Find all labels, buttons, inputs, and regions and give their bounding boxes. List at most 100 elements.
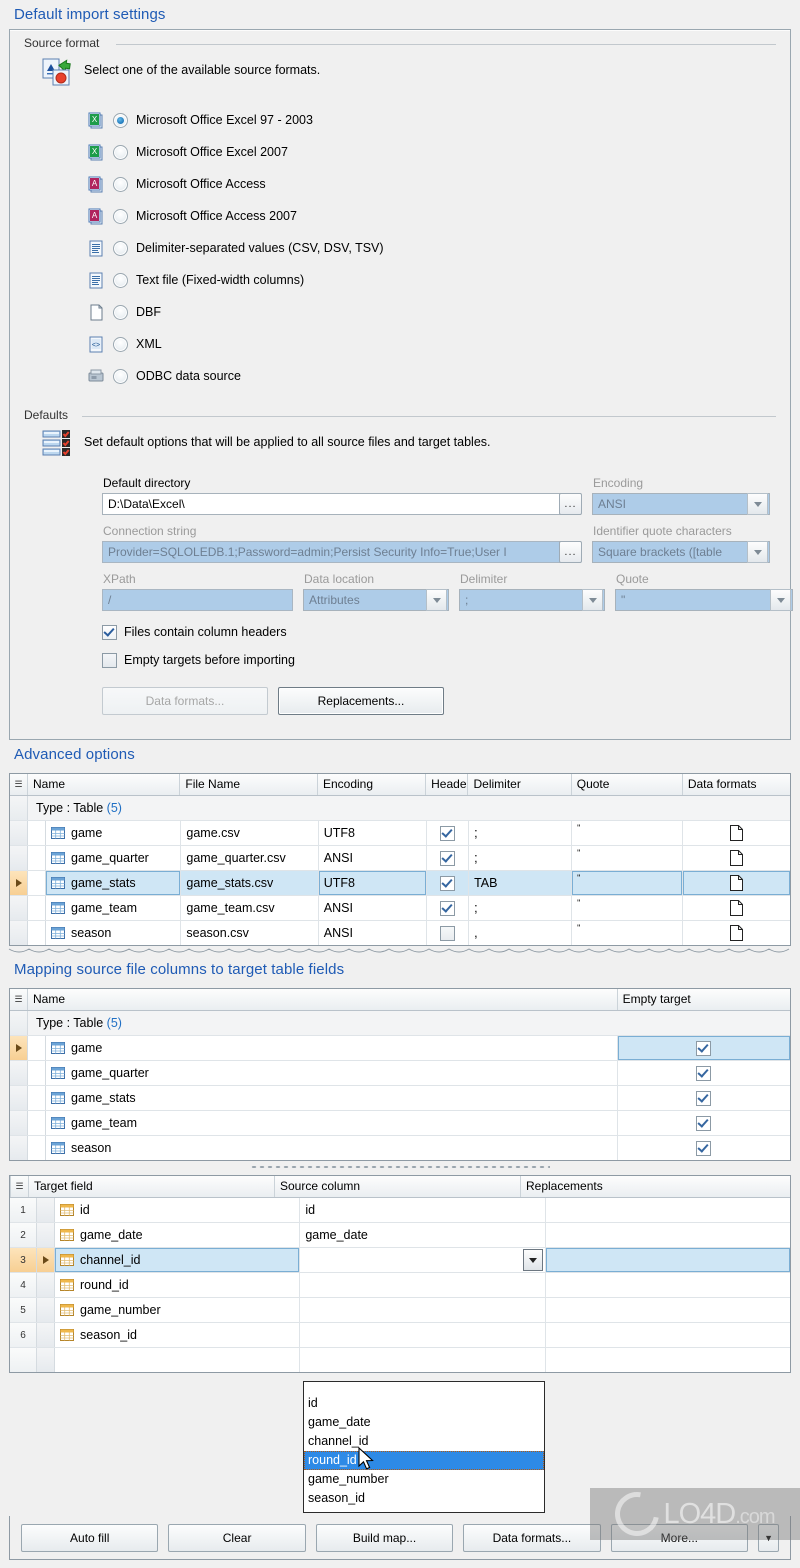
cell-name[interactable]: game_team xyxy=(46,1111,618,1135)
header-checkbox[interactable] xyxy=(439,825,455,841)
table-row[interactable]: 6 season_id xyxy=(10,1323,790,1348)
table-row[interactable]: game_stats xyxy=(10,1086,790,1111)
cell-data-formats[interactable] xyxy=(683,921,790,945)
delimiter-combo[interactable]: ; xyxy=(459,589,605,611)
grid-menu-icon[interactable]: ☰ xyxy=(10,989,28,1010)
cell-delimiter[interactable]: ; xyxy=(469,846,573,870)
dropdown-item[interactable]: channel_id xyxy=(304,1432,544,1451)
empty-target-checkbox[interactable] xyxy=(696,1040,712,1056)
cell-replacements[interactable] xyxy=(546,1198,790,1222)
cell-data-formats[interactable] xyxy=(683,896,790,920)
source-format-option-dbf[interactable]: DBF xyxy=(88,296,776,328)
source-format-option-xml[interactable]: <> XML xyxy=(88,328,776,360)
advanced-group-row[interactable]: Type : Table (5) xyxy=(10,796,790,821)
source-column-dropdown-list[interactable]: id game_date channel_id round_id game_nu… xyxy=(303,1381,545,1513)
cell-empty-target[interactable] xyxy=(618,1061,790,1085)
grid-menu-icon[interactable]: ☰ xyxy=(10,774,28,795)
cell-file-name[interactable]: game.csv xyxy=(181,821,319,845)
more-button[interactable]: More... xyxy=(610,1523,749,1552)
cell-quote[interactable]: " xyxy=(572,846,684,870)
empty-target-checkbox[interactable] xyxy=(696,1115,712,1131)
cell-delimiter[interactable]: TAB xyxy=(469,871,573,895)
table-row[interactable]: game game.csv UTF8 ; " xyxy=(10,821,790,846)
cell-name[interactable]: game_quarter xyxy=(46,1061,618,1085)
cell-target-field[interactable]: season_id xyxy=(55,1323,301,1347)
cell-data-formats[interactable] xyxy=(683,846,790,870)
header-checkbox[interactable] xyxy=(439,850,455,866)
radio-dsv[interactable] xyxy=(113,240,128,256)
empty-target-checkbox[interactable] xyxy=(696,1090,712,1106)
empty-target-checkbox[interactable] xyxy=(696,1140,712,1156)
cell-delimiter[interactable]: , xyxy=(469,921,573,945)
cell-file-name[interactable]: game_team.csv xyxy=(181,896,319,920)
cell-name[interactable]: season xyxy=(46,921,182,945)
table-row[interactable]: game_quarter xyxy=(10,1061,790,1086)
table-row[interactable]: 1 id id xyxy=(10,1198,790,1223)
cell-replacements[interactable] xyxy=(546,1223,790,1247)
auto-fill-button[interactable]: Auto fill xyxy=(21,1523,159,1552)
radio-excel2007[interactable] xyxy=(113,144,128,160)
cell-delimiter[interactable]: ; xyxy=(469,896,573,920)
cell-data-formats[interactable] xyxy=(683,871,791,895)
chevron-down-icon[interactable] xyxy=(426,589,447,611)
cell-encoding[interactable]: ANSI xyxy=(319,896,427,920)
header-checkbox[interactable] xyxy=(439,875,455,891)
cell-name[interactable]: game xyxy=(46,1036,618,1060)
cell-quote[interactable]: " xyxy=(572,921,684,945)
dropdown-item[interactable]: game_date xyxy=(304,1413,544,1432)
column-header-target-field[interactable]: Target field xyxy=(29,1176,275,1197)
connection-string-input[interactable]: Provider=SQLOLEDB.1;Password=admin;Persi… xyxy=(102,541,581,563)
cell-replacements[interactable] xyxy=(546,1298,790,1322)
source-format-option-access[interactable]: A Microsoft Office Access xyxy=(88,168,776,200)
cell-encoding[interactable]: ANSI xyxy=(319,846,427,870)
column-header-delimiter[interactable]: Delimiter xyxy=(468,774,572,795)
table-row[interactable]: game_team xyxy=(10,1111,790,1136)
cell-quote[interactable]: " xyxy=(572,896,684,920)
cell-source-column[interactable] xyxy=(300,1298,546,1322)
chevron-down-icon[interactable] xyxy=(747,541,768,563)
cell-empty-target[interactable] xyxy=(618,1111,790,1135)
empty-targets-row[interactable]: Empty targets before importing xyxy=(102,648,776,672)
cell-quote[interactable]: " xyxy=(572,871,684,895)
table-row[interactable]: 4 round_id xyxy=(10,1273,790,1298)
table-row[interactable]: season season.csv ANSI , " xyxy=(10,921,790,945)
cell-name[interactable]: game_quarter xyxy=(46,846,182,870)
radio-access[interactable] xyxy=(113,176,128,192)
cell-name[interactable]: game_stats xyxy=(46,871,182,895)
cell-source-column[interactable] xyxy=(300,1273,546,1297)
source-column-dropdown-button[interactable] xyxy=(522,1249,543,1271)
cell-encoding[interactable]: UTF8 xyxy=(318,871,427,895)
cell-header-checkbox[interactable] xyxy=(427,896,470,920)
data-location-combo[interactable]: Attributes xyxy=(303,589,449,611)
cell-file-name[interactable]: season.csv xyxy=(181,921,319,945)
cell-source-column[interactable] xyxy=(300,1323,546,1347)
column-header-replacements[interactable]: Replacements xyxy=(521,1176,766,1197)
table-row[interactable]: game xyxy=(10,1036,790,1061)
column-header-name[interactable]: Name xyxy=(28,989,618,1010)
header-checkbox[interactable] xyxy=(439,900,455,916)
connection-string-browse-button[interactable]: ... xyxy=(559,541,582,563)
table-row[interactable]: game_team game_team.csv ANSI ; " xyxy=(10,896,790,921)
default-directory-input[interactable]: D:\Data\Excel\ xyxy=(102,493,581,515)
source-format-option-dsv[interactable]: Delimiter-separated values (CSV, DSV, TS… xyxy=(88,232,776,264)
cell-encoding[interactable]: UTF8 xyxy=(319,821,427,845)
radio-excel97[interactable] xyxy=(113,112,128,128)
cell-replacements[interactable] xyxy=(546,1323,790,1347)
cell-name[interactable]: game xyxy=(46,821,182,845)
cell-header-checkbox[interactable] xyxy=(427,846,470,870)
empty-target-checkbox[interactable] xyxy=(696,1065,712,1081)
replacements-button[interactable]: Replacements... xyxy=(278,687,444,715)
header-checkbox[interactable] xyxy=(439,925,455,941)
dropdown-item[interactable]: id xyxy=(304,1394,544,1413)
source-format-option-access2007[interactable]: A Microsoft Office Access 2007 xyxy=(88,200,776,232)
cell-target-field[interactable]: channel_id xyxy=(55,1248,301,1272)
dropdown-item-highlighted[interactable]: round_id xyxy=(304,1451,544,1470)
radio-fixedwidth[interactable] xyxy=(113,272,128,288)
cell-name[interactable]: game_stats xyxy=(46,1086,618,1110)
cell-file-name[interactable]: game_quarter.csv xyxy=(181,846,319,870)
grid-splitter[interactable] xyxy=(9,1163,791,1171)
radio-access2007[interactable] xyxy=(113,208,128,224)
source-format-option-excel97[interactable]: X Microsoft Office Excel 97 - 2003 xyxy=(88,104,776,136)
table-row[interactable]: season xyxy=(10,1136,790,1160)
chevron-down-icon[interactable] xyxy=(770,589,791,611)
